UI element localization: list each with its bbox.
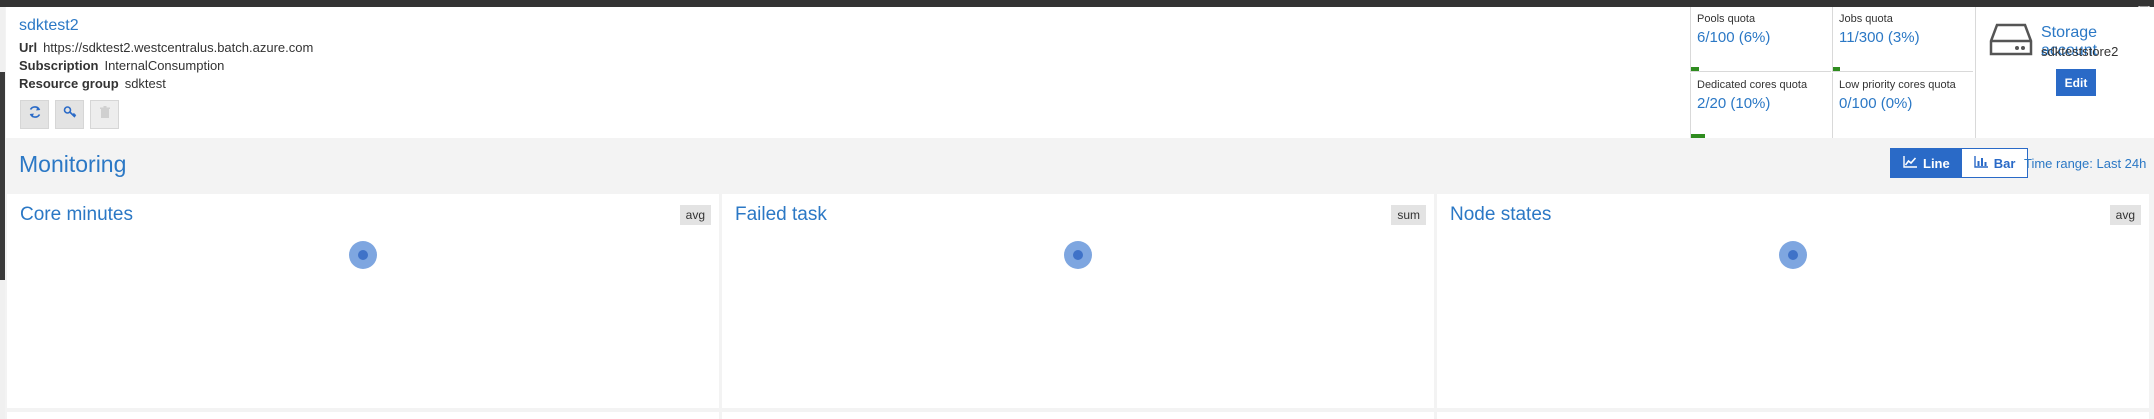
quota-label: Jobs quota	[1839, 13, 1893, 25]
quota-pools: Pools quota 6/100 (6%)	[1690, 7, 1831, 72]
quota-label: Pools quota	[1697, 13, 1756, 25]
metric-panel-core-minutes: Core minutes avg	[7, 194, 719, 408]
time-range-selector[interactable]: Time range: Last 24h	[2024, 156, 2146, 171]
next-panel-row	[7, 412, 719, 419]
resource-group-value: sdktest	[124, 76, 166, 91]
loading-spinner-icon	[1779, 241, 1807, 269]
quota-label: Dedicated cores quota	[1697, 79, 1808, 91]
chart-type-toggle: Line Bar	[1890, 148, 2029, 178]
quota-label: Low priority cores quota	[1839, 79, 1956, 91]
aggregation-badge[interactable]: avg	[2109, 205, 2141, 225]
left-edge	[0, 7, 5, 419]
panel-title: Failed task	[735, 204, 827, 225]
line-chart-label: Line	[1923, 155, 1950, 171]
aggregation-badge[interactable]: sum	[1391, 205, 1426, 225]
subscription-label: Subscription	[19, 58, 99, 73]
storage-account-name: sdkteststore2	[2041, 44, 2119, 59]
metric-panel-node-states: Node states avg	[1437, 194, 2149, 408]
quota-bar	[1691, 67, 1831, 71]
quota-low-priority-cores: Low priority cores quota 0/100 (0%)	[1832, 73, 1973, 138]
url-value: https://sdktest2.westcentralus.batch.azu…	[43, 40, 314, 55]
bar-chart-icon	[1974, 155, 1988, 171]
line-chart-icon	[1903, 155, 1917, 171]
bar-chart-label: Bar	[1993, 155, 2016, 171]
loading-spinner-icon	[1064, 241, 1092, 269]
trash-icon	[99, 105, 111, 124]
bar-chart-button[interactable]: Bar	[1961, 149, 2028, 177]
storage-drive-icon	[1989, 22, 2033, 63]
quota-bar-fill	[1691, 67, 1700, 71]
key-icon	[63, 105, 77, 124]
next-panel-row	[1437, 412, 2149, 419]
refresh-button[interactable]	[20, 100, 49, 129]
quota-value: 2/20 (10%)	[1697, 95, 1771, 112]
quota-dedicated-cores: Dedicated cores quota 2/20 (10%)	[1690, 73, 1831, 138]
refresh-icon	[28, 105, 42, 124]
spinner-dot	[1073, 250, 1083, 260]
subscription-value: InternalConsumption	[104, 58, 225, 73]
quota-value: 0/100 (0%)	[1839, 95, 1913, 112]
line-chart-button[interactable]: Line	[1891, 149, 1962, 177]
loading-spinner-icon	[349, 241, 377, 269]
url-row: Url https://sdktest2.westcentralus.batch.…	[19, 40, 313, 55]
quota-value: 6/100 (6%)	[1697, 29, 1771, 46]
account-header: sdktest2 Url https://sdktest2.westcentral…	[6, 7, 2154, 138]
window-corner-icon	[2134, 0, 2154, 12]
quota-bar	[1833, 67, 1973, 71]
aggregation-badge[interactable]: avg	[679, 205, 711, 225]
quota-bar-fill	[1833, 67, 1840, 71]
quota-jobs: Jobs quota 11/300 (3%)	[1832, 7, 1973, 72]
spinner-dot	[1788, 250, 1798, 260]
resource-group-label: Resource group	[19, 76, 119, 91]
edit-storage-button[interactable]: Edit	[2056, 69, 2096, 96]
quota-value: 11/300 (3%)	[1839, 29, 1920, 46]
spinner-dot	[358, 250, 368, 260]
quota-bar	[1833, 134, 1973, 138]
metric-panel-failed-task: Failed task sum	[722, 194, 1434, 408]
storage-account-section: Storage account sdkteststore2 Edit	[1975, 7, 2154, 138]
url-label: Url	[19, 40, 38, 55]
subscription-row: Subscription InternalConsumption	[19, 58, 224, 73]
quota-bar	[1691, 134, 1831, 138]
quota-bar-fill	[1691, 134, 1705, 138]
resource-group-row: Resource group sdktest	[19, 76, 166, 91]
delete-button[interactable]	[90, 100, 119, 129]
panel-title: Node states	[1450, 204, 1552, 225]
top-bar	[0, 0, 2154, 12]
left-edge-scroll	[0, 72, 5, 280]
account-name[interactable]: sdktest2	[19, 17, 79, 35]
panel-title: Core minutes	[20, 204, 133, 225]
keys-button[interactable]	[55, 100, 84, 129]
quota-grid: Pools quota 6/100 (6%) Jobs quota 11/300…	[1690, 7, 1973, 138]
next-panel-row	[722, 412, 1434, 419]
monitoring-title: Monitoring	[19, 151, 127, 177]
account-actions	[20, 100, 119, 129]
